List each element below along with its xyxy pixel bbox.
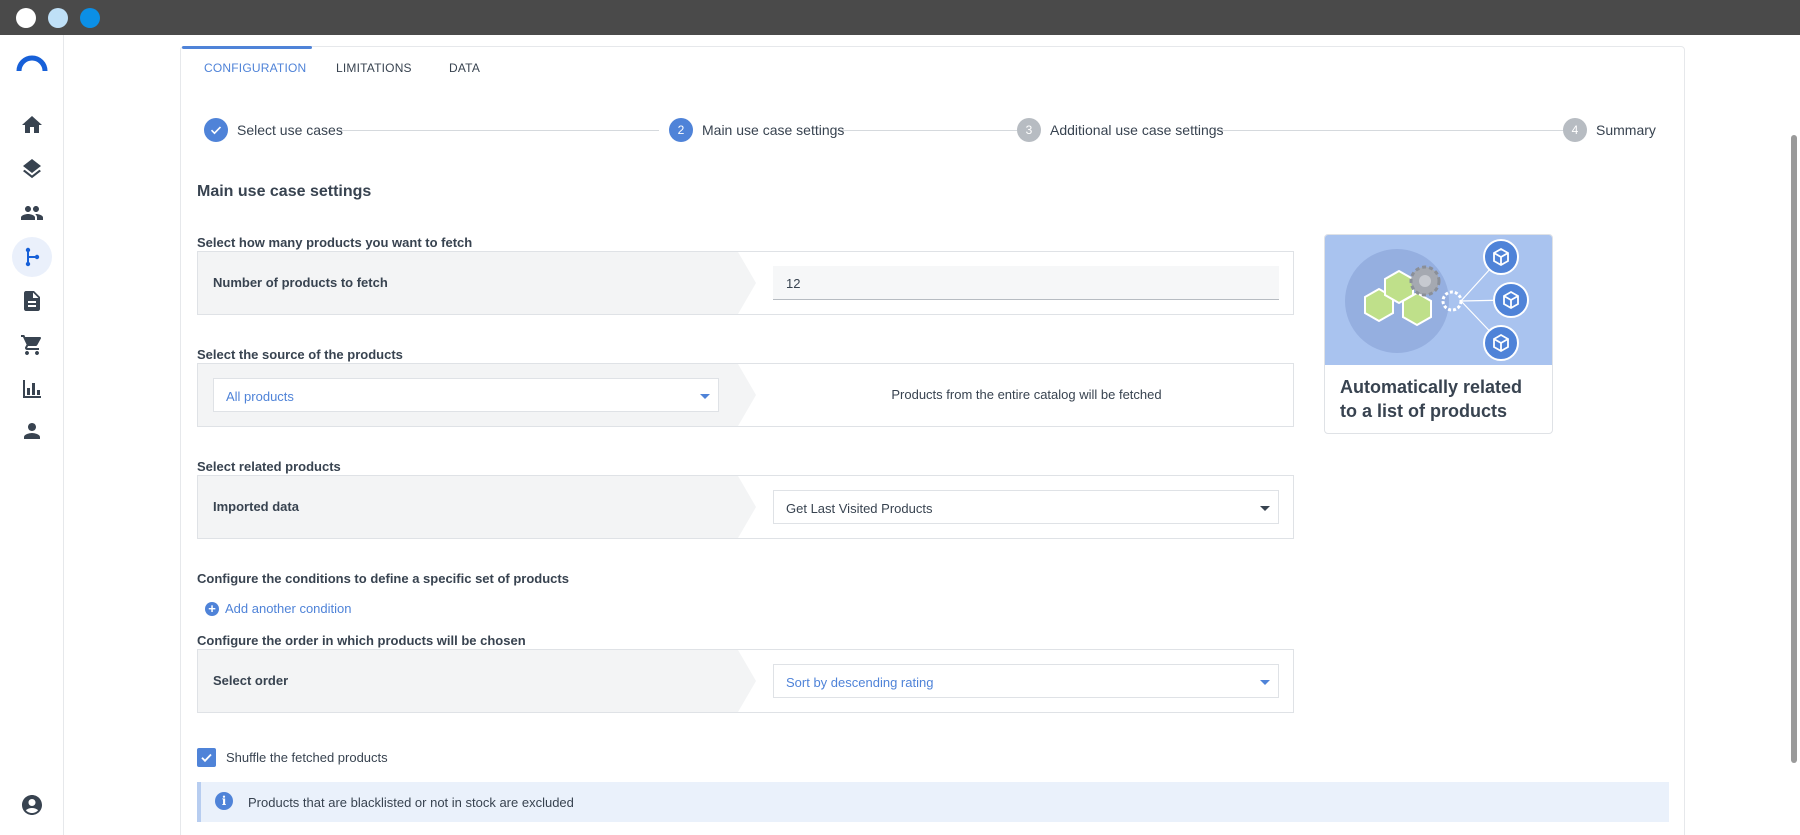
window-maximize-dot[interactable] (80, 8, 100, 28)
stepper-connector (1215, 130, 1582, 131)
window-minimize-dot[interactable] (48, 8, 68, 28)
order-label: Select order (213, 673, 289, 688)
logo-icon[interactable] (16, 53, 48, 73)
source-select-value: All products (226, 389, 294, 404)
step-additional-settings[interactable]: 3 Additional use case settings (1017, 118, 1224, 142)
add-condition-button[interactable]: + Add another condition (205, 601, 351, 616)
step-label: Additional use case settings (1050, 122, 1224, 138)
sidebar (0, 35, 64, 835)
active-tab-indicator (182, 46, 312, 49)
branch-icon[interactable] (12, 237, 52, 277)
related-label: Imported data (213, 499, 299, 514)
chart-icon[interactable] (12, 369, 52, 409)
config-card: CONFIGURATION LIMITATIONS DATA Select us… (180, 46, 1685, 835)
illustration-title: Automatically related to a list of produ… (1340, 377, 1523, 421)
related-products-illustration (1325, 235, 1552, 365)
conditions-section-label: Configure the conditions to define a spe… (197, 571, 569, 586)
stepper-connector (339, 130, 659, 131)
fetch-count-label: Number of products to fetch (213, 275, 388, 290)
chevron-down-icon (1260, 506, 1270, 511)
info-banner-text: Products that are blacklisted or not in … (248, 795, 574, 810)
step-label: Select use cases (237, 122, 343, 138)
related-section-label: Select related products (197, 459, 341, 474)
check-icon (204, 118, 228, 142)
stepper-connector (837, 130, 1017, 131)
page-title: Main use case settings (197, 183, 372, 200)
layers-icon[interactable] (12, 149, 52, 189)
home-icon[interactable] (12, 105, 52, 145)
related-row: Imported data Get Last Visited Products (197, 475, 1294, 539)
source-section-label: Select the source of the products (197, 347, 403, 362)
plus-icon: + (205, 601, 219, 616)
shuffle-label: Shuffle the fetched products (226, 750, 388, 765)
shuffle-option[interactable]: Shuffle the fetched products (197, 748, 388, 767)
order-row: Select order Sort by descending rating (197, 649, 1294, 713)
fetch-section-label: Select how many products you want to fet… (197, 235, 473, 250)
cart-icon[interactable] (12, 325, 52, 365)
chevron-down-icon (700, 394, 710, 399)
source-select[interactable]: All products (213, 378, 719, 412)
step-number: 3 (1017, 118, 1041, 142)
info-banner: i Products that are blacklisted or not i… (197, 782, 1669, 822)
step-main-settings[interactable]: 2 Main use case settings (669, 118, 844, 142)
step-select-use-cases[interactable]: Select use cases (204, 118, 343, 142)
person-icon[interactable] (12, 411, 52, 451)
fetch-count-row: Number of products to fetch 12 (197, 251, 1294, 315)
add-condition-label: Add another condition (225, 601, 352, 616)
tab-configuration[interactable]: CONFIGURATION (204, 61, 306, 75)
tab-limitations[interactable]: LIMITATIONS (336, 61, 412, 75)
fetch-count-input[interactable]: 12 (773, 266, 1279, 300)
window-titlebar (0, 0, 1800, 35)
document-icon[interactable] (12, 281, 52, 321)
vertical-scrollbar[interactable] (1791, 135, 1797, 763)
account-icon[interactable] (12, 785, 52, 825)
order-select-value: Sort by descending rating (786, 675, 934, 690)
step-number: 4 (1563, 118, 1587, 142)
people-icon[interactable] (12, 193, 52, 233)
info-icon: i (215, 792, 233, 810)
tab-data[interactable]: DATA (449, 61, 480, 75)
chevron-down-icon (1260, 680, 1270, 685)
shuffle-checkbox[interactable] (197, 748, 216, 767)
step-number: 2 (669, 118, 693, 142)
source-row: All products Products from the entire ca… (197, 363, 1294, 427)
step-summary[interactable]: 4 Summary (1563, 118, 1656, 142)
related-select-value: Get Last Visited Products (786, 501, 933, 516)
related-select[interactable]: Get Last Visited Products (773, 490, 1279, 524)
source-note: Products from the entire catalog will be… (891, 387, 1162, 402)
order-select[interactable]: Sort by descending rating (773, 664, 1279, 698)
step-label: Summary (1596, 122, 1656, 138)
order-section-label: Configure the order in which products wi… (197, 633, 526, 648)
step-label: Main use case settings (702, 122, 845, 138)
window-close-dot[interactable] (16, 8, 36, 28)
use-case-illustration-card: Automatically related to a list of produ… (1324, 234, 1553, 434)
